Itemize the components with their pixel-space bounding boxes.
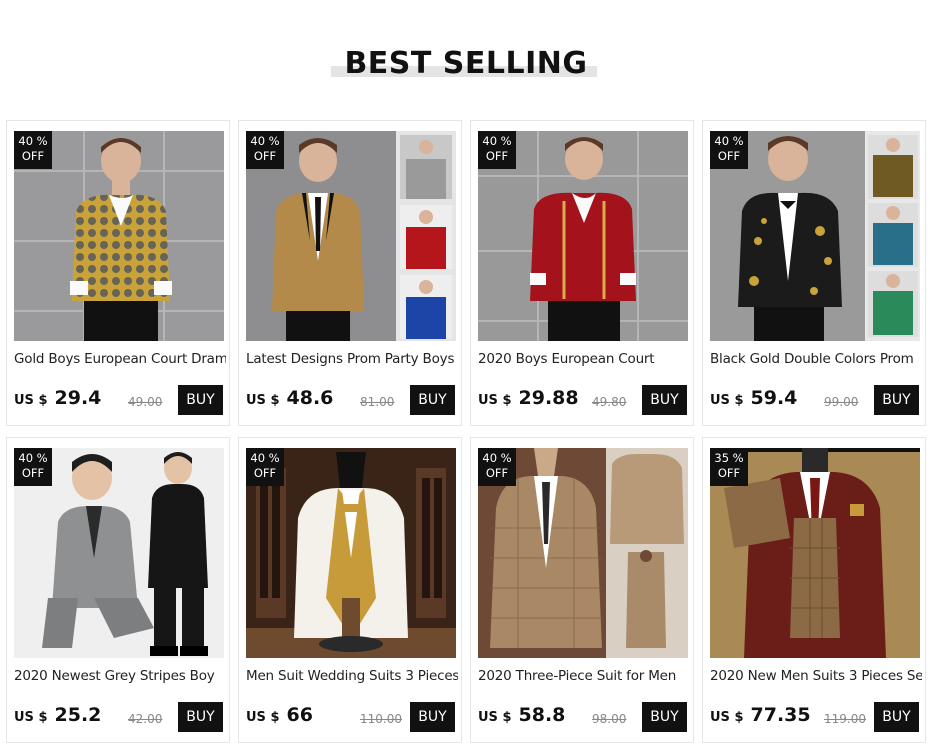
discount-badge: 40 % OFF <box>14 131 52 169</box>
original-price: 49.80 <box>592 395 627 409</box>
product-card[interactable]: 40 % OFF 2020 Boys European Court US $29.… <box>470 120 694 426</box>
discount-badge: 40 % OFF <box>710 131 748 169</box>
product-card[interactable]: 40 % OFF 2020 Newest Grey Stripes Boy US … <box>6 437 230 743</box>
discount-badge: 35 % OFF <box>710 448 748 486</box>
product-image[interactable]: 35 % OFF <box>710 448 920 658</box>
buy-button[interactable]: BUY <box>874 702 919 732</box>
discount-badge: 40 % OFF <box>14 448 52 486</box>
product-title[interactable]: Black Gold Double Colors Prom <box>710 350 922 368</box>
product-image[interactable]: 40 % OFF <box>710 131 920 341</box>
product-card[interactable]: 40 % OFF Men Suit Wedding Suits 3 Pieces … <box>238 437 462 743</box>
buy-button[interactable]: BUY <box>642 385 687 415</box>
product-title[interactable]: 2020 Three-Piece Suit for Men <box>478 667 690 685</box>
discount-badge: 40 % OFF <box>478 448 516 486</box>
original-price: 98.00 <box>592 712 627 726</box>
price: US $25.2 <box>14 704 102 726</box>
product-card[interactable]: 40 % OFF Gold Boys European Court Drama U… <box>6 120 230 426</box>
buy-button[interactable]: BUY <box>874 385 919 415</box>
product-card[interactable]: 35 % OFF 2020 New Men Suits 3 Pieces Set … <box>702 437 926 743</box>
original-price: 110.00 <box>360 712 402 726</box>
price: US $77.35 <box>710 704 811 726</box>
price: US $66 <box>246 704 313 726</box>
price: US $58.8 <box>478 704 566 726</box>
discount-badge: 40 % OFF <box>246 131 284 169</box>
product-card[interactable]: 40 % OFF 2020 Three-Piece Suit for Men US… <box>470 437 694 743</box>
product-image[interactable]: 40 % OFF <box>246 131 456 341</box>
buy-button[interactable]: BUY <box>410 385 455 415</box>
product-image[interactable]: 40 % OFF <box>14 448 224 658</box>
product-card[interactable]: 40 % OFF Black Gold Double Colors Prom US… <box>702 120 926 426</box>
price: US $48.6 <box>246 387 334 409</box>
section-title: BEST SELLING <box>344 46 588 81</box>
section-header: BEST SELLING <box>0 42 932 86</box>
price: US $29.88 <box>478 387 579 409</box>
product-title[interactable]: Latest Designs Prom Party Boys <box>246 350 458 368</box>
buy-button[interactable]: BUY <box>178 702 223 732</box>
product-image[interactable]: 40 % OFF <box>478 131 688 341</box>
original-price: 49.00 <box>128 395 163 409</box>
original-price: 99.00 <box>824 395 859 409</box>
product-title[interactable]: 2020 Boys European Court <box>478 350 690 368</box>
price: US $59.4 <box>710 387 798 409</box>
product-image[interactable]: 40 % OFF <box>14 131 224 341</box>
product-card[interactable]: 40 % OFF Latest Designs Prom Party Boys U… <box>238 120 462 426</box>
price: US $29.4 <box>14 387 102 409</box>
product-image[interactable]: 40 % OFF <box>246 448 456 658</box>
product-title[interactable]: Men Suit Wedding Suits 3 Pieces <box>246 667 458 685</box>
product-title[interactable]: 2020 New Men Suits 3 Pieces Set <box>710 667 922 685</box>
discount-badge: 40 % OFF <box>478 131 516 169</box>
buy-button[interactable]: BUY <box>178 385 223 415</box>
product-image[interactable]: 40 % OFF <box>478 448 688 658</box>
product-title[interactable]: Gold Boys European Court Drama <box>14 350 226 368</box>
buy-button[interactable]: BUY <box>410 702 455 732</box>
original-price: 42.00 <box>128 712 163 726</box>
buy-button[interactable]: BUY <box>642 702 687 732</box>
original-price: 81.00 <box>360 395 395 409</box>
original-price: 119.00 <box>824 712 866 726</box>
product-title[interactable]: 2020 Newest Grey Stripes Boy <box>14 667 226 685</box>
discount-badge: 40 % OFF <box>246 448 284 486</box>
